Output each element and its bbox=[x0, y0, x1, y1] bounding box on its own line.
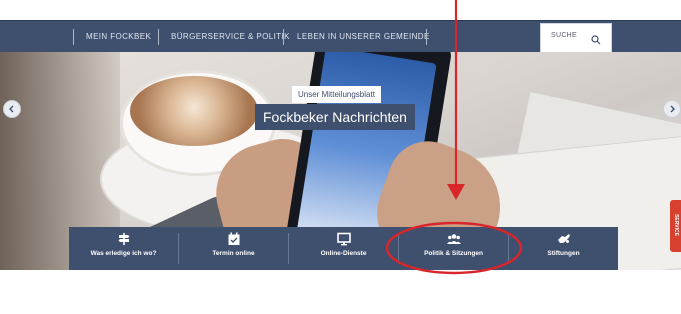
handshake-icon bbox=[557, 232, 571, 246]
quicklink-was-erledige-ich-wo[interactable]: Was erledige ich wo? bbox=[69, 227, 178, 270]
hero-title[interactable]: Fockbeker Nachrichten bbox=[255, 104, 415, 130]
quicklink-politik-sitzungen[interactable]: Politik & Sitzungen bbox=[399, 227, 508, 270]
chevron-left-icon bbox=[9, 105, 14, 113]
quicklink-label: Stiftungen bbox=[547, 250, 580, 257]
top-navigation: MEIN FOCKBEK BÜRGERSERVICE & POLITIK LEB… bbox=[0, 20, 681, 54]
nav-item-leben-in-unserer-gemeinde[interactable]: LEBEN IN UNSERER GEMEINDE bbox=[297, 21, 430, 53]
nav-separator bbox=[426, 29, 427, 45]
quicklink-label: Termin online bbox=[212, 250, 255, 257]
monitor-icon bbox=[337, 232, 351, 246]
quicklink-label: Online-Dienste bbox=[320, 250, 367, 257]
chevron-right-icon bbox=[670, 105, 675, 113]
nav-separator bbox=[73, 29, 74, 45]
search-label: SUCHE bbox=[551, 32, 578, 39]
quicklink-label: Was erledige ich wo? bbox=[90, 250, 157, 257]
side-tab-label: SERVICE bbox=[673, 214, 679, 236]
hero-subtitle: Unser Mitteilungsblatt bbox=[292, 86, 381, 103]
calendar-check-icon bbox=[227, 232, 241, 246]
slider-prev-button[interactable] bbox=[3, 100, 21, 118]
service-side-tab[interactable]: SERVICE bbox=[670, 200, 681, 252]
page: MEIN FOCKBEK BÜRGERSERVICE & POLITIK LEB… bbox=[0, 0, 681, 314]
nav-item-buergerservice-politik[interactable]: BÜRGERSERVICE & POLITIK bbox=[171, 21, 290, 53]
nav-item-mein-fockbek[interactable]: MEIN FOCKBEK bbox=[86, 21, 151, 53]
coffee-photo bbox=[130, 76, 258, 146]
quicklink-online-dienste[interactable]: Online-Dienste bbox=[289, 227, 398, 270]
quicklinks-bar: Was erledige ich wo? Termin online Onlin… bbox=[69, 227, 618, 270]
slider-next-button[interactable] bbox=[663, 100, 681, 118]
quicklink-label: Politik & Sitzungen bbox=[424, 250, 483, 257]
people-group-icon bbox=[447, 232, 461, 246]
quicklink-termin-online[interactable]: Termin online bbox=[179, 227, 288, 270]
nav-separator bbox=[283, 29, 284, 45]
quicklink-stiftungen[interactable]: Stiftungen bbox=[509, 227, 618, 270]
nav-separator bbox=[158, 29, 159, 45]
search-button[interactable]: SUCHE bbox=[540, 23, 612, 53]
search-icon bbox=[591, 32, 601, 45]
signpost-icon bbox=[117, 232, 131, 246]
